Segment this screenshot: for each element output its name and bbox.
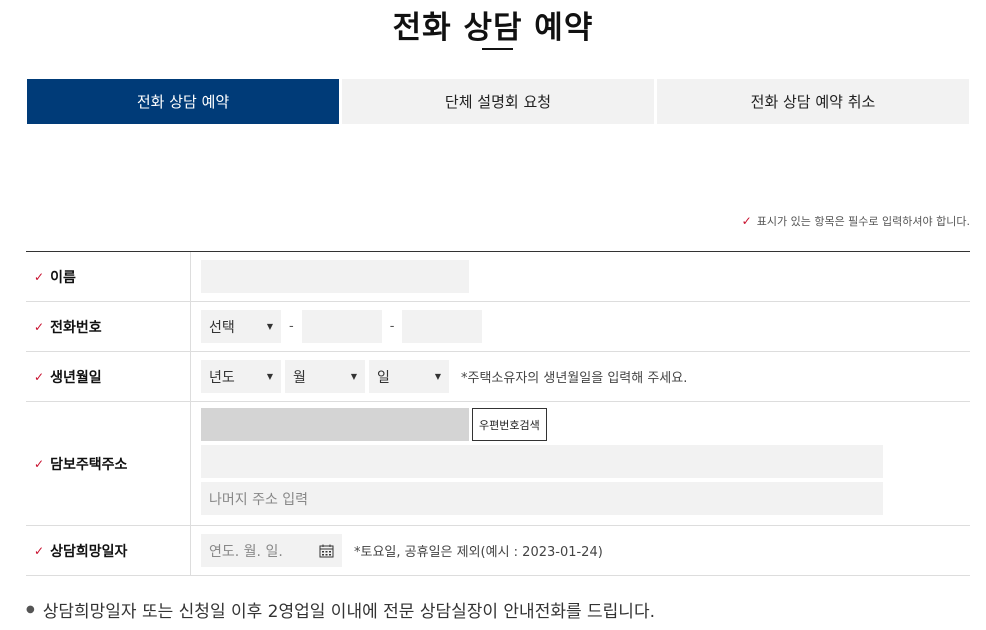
check-icon: ✓ <box>741 214 752 228</box>
form-row-date: ✓ 상담희망일자 연도. 월. 일. *토요일, 공휴일은 제외(예시 : 20… <box>26 526 970 576</box>
phone-dash: - <box>289 319 294 334</box>
birth-label-text: 생년월일 <box>50 369 102 386</box>
address-line1-input[interactable] <box>201 445 883 478</box>
tab-phone-reservation[interactable]: 전화 상담 예약 <box>27 79 339 124</box>
phone-middle-input[interactable] <box>301 310 382 343</box>
check-icon: ✓ <box>34 369 45 384</box>
tab-group-briefing-request[interactable]: 단체 설명회 요청 <box>342 79 654 124</box>
calendar-icon[interactable] <box>319 544 334 558</box>
reservation-form: ✓ 이름 ✓ 전화번호 선택 ▼ - - ✓ 생년월일 년도 ▼ 월 ▼ 일 ▼… <box>26 251 970 576</box>
tab-cancel-reservation[interactable]: 전화 상담 예약 취소 <box>657 79 969 124</box>
required-note-text: 표시가 있는 항목은 필수로 입력하셔야 합니다. <box>756 215 970 228</box>
date-label: ✓ 상담희망일자 <box>26 526 191 575</box>
caret-down-icon: ▼ <box>434 372 441 381</box>
tab-bar: 전화 상담 예약 단체 설명회 요청 전화 상담 예약 취소 <box>27 79 969 124</box>
birth-hint: *주택소유자의 생년월일을 입력해 주세요. <box>461 371 688 386</box>
check-icon: ✓ <box>34 543 45 558</box>
date-placeholder: 연도. 월. 일. <box>209 543 283 560</box>
name-field-wrap <box>191 252 970 301</box>
birth-field-wrap: 년도 ▼ 월 ▼ 일 ▼ *주택소유자의 생년월일을 입력해 주세요. <box>191 352 970 401</box>
phone-prefix-value: 선택 <box>209 319 235 336</box>
check-icon: ✓ <box>34 456 45 471</box>
required-note: ✓ 표시가 있는 항목은 필수로 입력하셔야 합니다. <box>742 213 970 229</box>
phone-prefix-select[interactable]: 선택 ▼ <box>201 310 281 343</box>
birth-month-select[interactable]: 월 ▼ <box>285 360 365 393</box>
birth-day-select[interactable]: 일 ▼ <box>369 360 449 393</box>
check-icon: ✓ <box>34 319 45 334</box>
date-input[interactable]: 연도. 월. 일. <box>201 534 342 567</box>
name-input[interactable] <box>201 260 469 293</box>
birth-year-select[interactable]: 년도 ▼ <box>201 360 281 393</box>
caret-down-icon: ▼ <box>266 372 273 381</box>
address-line2-input[interactable]: 나머지 주소 입력 <box>201 482 883 515</box>
birth-year-value: 년도 <box>209 369 235 386</box>
date-label-text: 상담희망일자 <box>50 543 128 560</box>
check-icon: ✓ <box>34 269 45 284</box>
bottom-note-text: 상담희망일자 또는 신청일 이후 2영업일 이내에 전문 상담실장이 안내전화를… <box>42 602 655 622</box>
address-label-text: 담보주택주소 <box>50 456 128 473</box>
bottom-note: ● 상담희망일자 또는 신청일 이후 2영업일 이내에 전문 상담실장이 안내전… <box>26 597 655 622</box>
phone-label-text: 전화번호 <box>50 319 102 336</box>
bullet-icon: ● <box>26 604 35 615</box>
postcode-input[interactable] <box>201 408 469 441</box>
birth-month-value: 월 <box>293 369 306 386</box>
form-row-phone: ✓ 전화번호 선택 ▼ - - <box>26 302 970 352</box>
form-row-birth: ✓ 생년월일 년도 ▼ 월 ▼ 일 ▼ *주택소유자의 생년월일을 입력해 주세… <box>26 352 970 402</box>
name-label: ✓ 이름 <box>26 252 191 301</box>
address-field-wrap: 우편번호검색 나머지 주소 입력 <box>191 402 970 525</box>
birth-day-value: 일 <box>377 369 390 386</box>
form-row-name: ✓ 이름 <box>26 252 970 302</box>
caret-down-icon: ▼ <box>350 372 357 381</box>
caret-down-icon: ▼ <box>266 322 273 331</box>
title-underline <box>482 48 513 50</box>
phone-label: ✓ 전화번호 <box>26 302 191 351</box>
date-field-wrap: 연도. 월. 일. *토요일, 공휴일은 제외(예시 : 2023-01-24) <box>191 526 970 575</box>
form-row-address: ✓ 담보주택주소 우편번호검색 나머지 주소 입력 <box>26 402 970 526</box>
phone-dash: - <box>389 319 395 334</box>
page-title: 전화 상담 예약 <box>392 10 594 46</box>
date-hint: *토요일, 공휴일은 제외(예시 : 2023-01-24) <box>354 545 603 560</box>
phone-last-input[interactable] <box>402 310 483 343</box>
address-label: ✓ 담보주택주소 <box>26 402 191 525</box>
birth-label: ✓ 생년월일 <box>26 352 191 401</box>
phone-field-wrap: 선택 ▼ - - <box>191 302 970 351</box>
postcode-search-button[interactable]: 우편번호검색 <box>472 408 547 441</box>
postcode-line: 우편번호검색 <box>201 408 960 441</box>
name-label-text: 이름 <box>50 269 76 286</box>
